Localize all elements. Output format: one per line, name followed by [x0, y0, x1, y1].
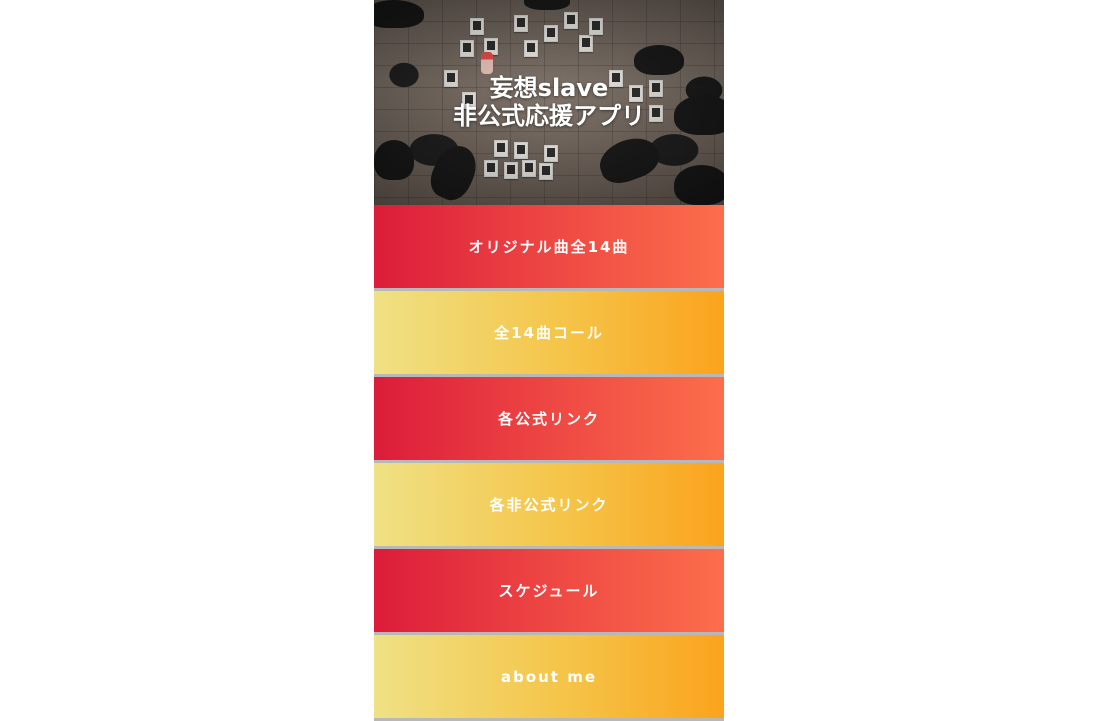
- app-title-line2: 非公式応援アプリ: [453, 102, 645, 130]
- menu-item-label: 各非公式リンク: [489, 496, 609, 514]
- menu-item-unofficial-links[interactable]: 各非公式リンク: [374, 463, 724, 549]
- hero-banner: 妄想slave 非公式応援アプリ: [374, 0, 724, 205]
- menu-item-label: about me: [500, 667, 598, 686]
- menu-item-label: 全14曲コール: [494, 324, 604, 342]
- menu-item-label: 各公式リンク: [497, 410, 600, 428]
- app-title: 妄想slave 非公式応援アプリ: [374, 74, 724, 130]
- app-title-line1: 妄想slave: [489, 74, 609, 102]
- app-container: 妄想slave 非公式応援アプリ オリジナル曲全14曲 全14曲コール 各公式リ…: [374, 0, 724, 721]
- menu-item-label: スケジュール: [498, 582, 600, 600]
- main-menu: オリジナル曲全14曲 全14曲コール 各公式リンク 各非公式リンク スケジュール…: [374, 205, 724, 721]
- menu-item-official-links[interactable]: 各公式リンク: [374, 377, 724, 463]
- menu-item-original-songs[interactable]: オリジナル曲全14曲: [374, 205, 724, 291]
- menu-item-label: オリジナル曲全14曲: [468, 238, 630, 256]
- menu-item-song-calls[interactable]: 全14曲コール: [374, 291, 724, 377]
- menu-item-about-me[interactable]: about me: [374, 635, 724, 721]
- menu-item-schedule[interactable]: スケジュール: [374, 549, 724, 635]
